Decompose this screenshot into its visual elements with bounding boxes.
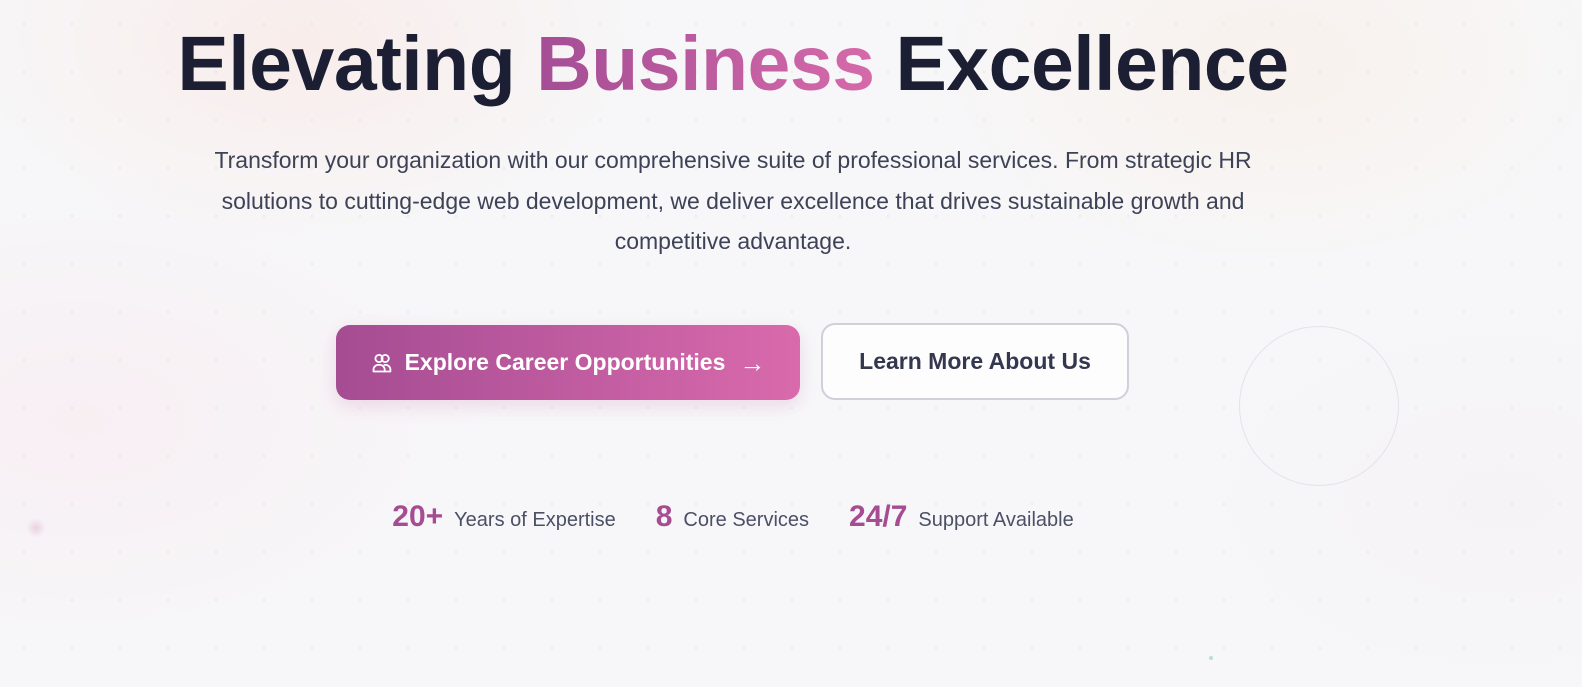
stat-item-services: 8 Core Services — [656, 500, 809, 534]
learn-more-label: Learn More About Us — [859, 348, 1091, 374]
stat-item-support: 24/7 Support Available — [849, 500, 1074, 534]
hero-title: Elevating Business Excellence — [0, 19, 1466, 109]
stat-label: Core Services — [683, 509, 810, 531]
stats-row: 20+ Years of Expertise 8 Core Services 2… — [0, 500, 1466, 534]
arrow-right-icon: → — [739, 347, 766, 378]
hero-actions: Explore Career Opportunities → Learn Mor… — [0, 323, 1466, 403]
stat-label: Years of Expertise — [454, 509, 616, 531]
stat-value: 24/7 — [849, 500, 908, 533]
users-icon — [371, 352, 393, 374]
explore-careers-button[interactable]: Explore Career Opportunities → — [336, 325, 800, 400]
explore-careers-label: Explore Career Opportunities — [404, 349, 726, 375]
stat-label: Support Available — [918, 509, 1074, 531]
stat-value: 8 — [655, 500, 673, 533]
stat-value: 20+ — [392, 500, 444, 533]
hero-title-end: Excellence — [895, 21, 1289, 107]
hero-title-accent: Business — [536, 21, 875, 107]
hero-title-start: Elevating — [177, 21, 516, 107]
decorative-dot-small — [1209, 656, 1213, 660]
stat-item-expertise: 20+ Years of Expertise — [392, 500, 615, 534]
hero-subtitle: Transform your organization with our com… — [214, 147, 1252, 254]
learn-more-button[interactable]: Learn More About Us — [821, 323, 1129, 400]
